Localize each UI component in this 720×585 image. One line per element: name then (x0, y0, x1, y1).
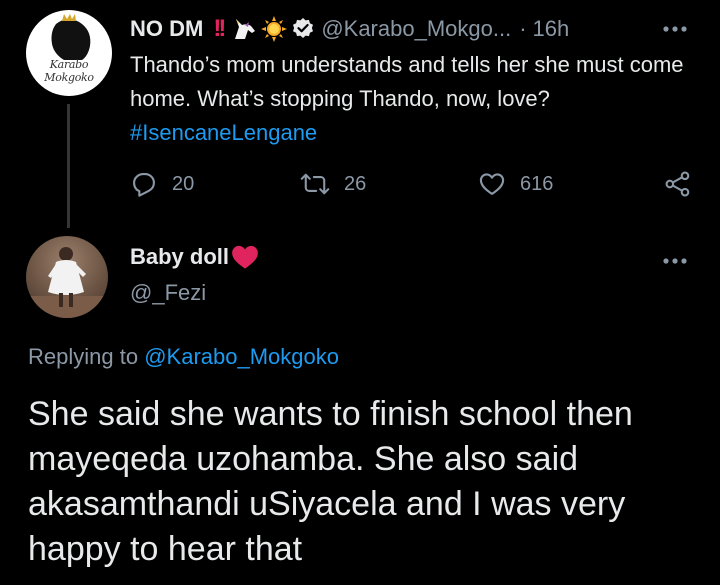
tweet-text: Thando’s mom understands and tells her s… (130, 48, 700, 150)
reply-icon (133, 173, 155, 197)
like-icon (479, 173, 505, 195)
red-heart-emoji (232, 245, 258, 269)
author-display-name[interactable]: NO DM (130, 16, 203, 42)
replying-to-line: Replying to @Karabo_Mokgoko (28, 344, 339, 370)
person-photo-icon (26, 247, 108, 318)
sun-emoji (261, 16, 288, 42)
replying-to-mention[interactable]: @Karabo_Mokgoko (144, 344, 339, 369)
tweet-timestamp[interactable]: 16h (533, 16, 570, 42)
author-avatar[interactable]: Karabo Mokgoko (26, 10, 112, 96)
replying-to-prefix: Replying to (28, 344, 139, 369)
more-icon[interactable] (662, 256, 688, 266)
reply-author-handle[interactable]: @_Fezi (130, 280, 206, 306)
reply-author-name-row: Baby doll (130, 244, 259, 270)
meta-separator: · (519, 16, 527, 41)
reply-text: She said she wants to finish school then… (28, 395, 633, 568)
share-button[interactable] (664, 170, 692, 198)
unicorn-emoji (235, 19, 256, 39)
share-icon (665, 171, 690, 197)
like-count: 616 (520, 172, 554, 195)
double-exclamation-emoji: !! (213, 15, 226, 42)
reply-author-display-name[interactable]: Baby doll (130, 244, 229, 270)
verified-badge-icon (293, 18, 314, 38)
more-icon[interactable] (662, 24, 688, 34)
retweet-count: 26 (344, 172, 367, 195)
hashtag-link[interactable]: #IsencaneLengane (130, 116, 700, 150)
tweet-actions: 20 26 616 (0, 170, 720, 198)
reply-button[interactable]: 20 (130, 170, 194, 198)
author-handle[interactable]: @Karabo_Mokgo... (321, 16, 511, 42)
retweet-icon (300, 173, 330, 195)
thread-connector (67, 104, 70, 228)
avatar-signature: Karabo Mokgoko (44, 58, 94, 84)
tweet-header: NO DM !! @Karabo_Mokgo... · 16h (130, 14, 569, 44)
reply-count: 20 (172, 172, 195, 195)
tweet-body-text: Thando’s mom understands and tells her s… (130, 52, 684, 111)
reply-author-avatar[interactable] (26, 236, 108, 318)
like-button[interactable]: 616 (478, 170, 553, 198)
retweet-button[interactable]: 26 (300, 170, 366, 198)
